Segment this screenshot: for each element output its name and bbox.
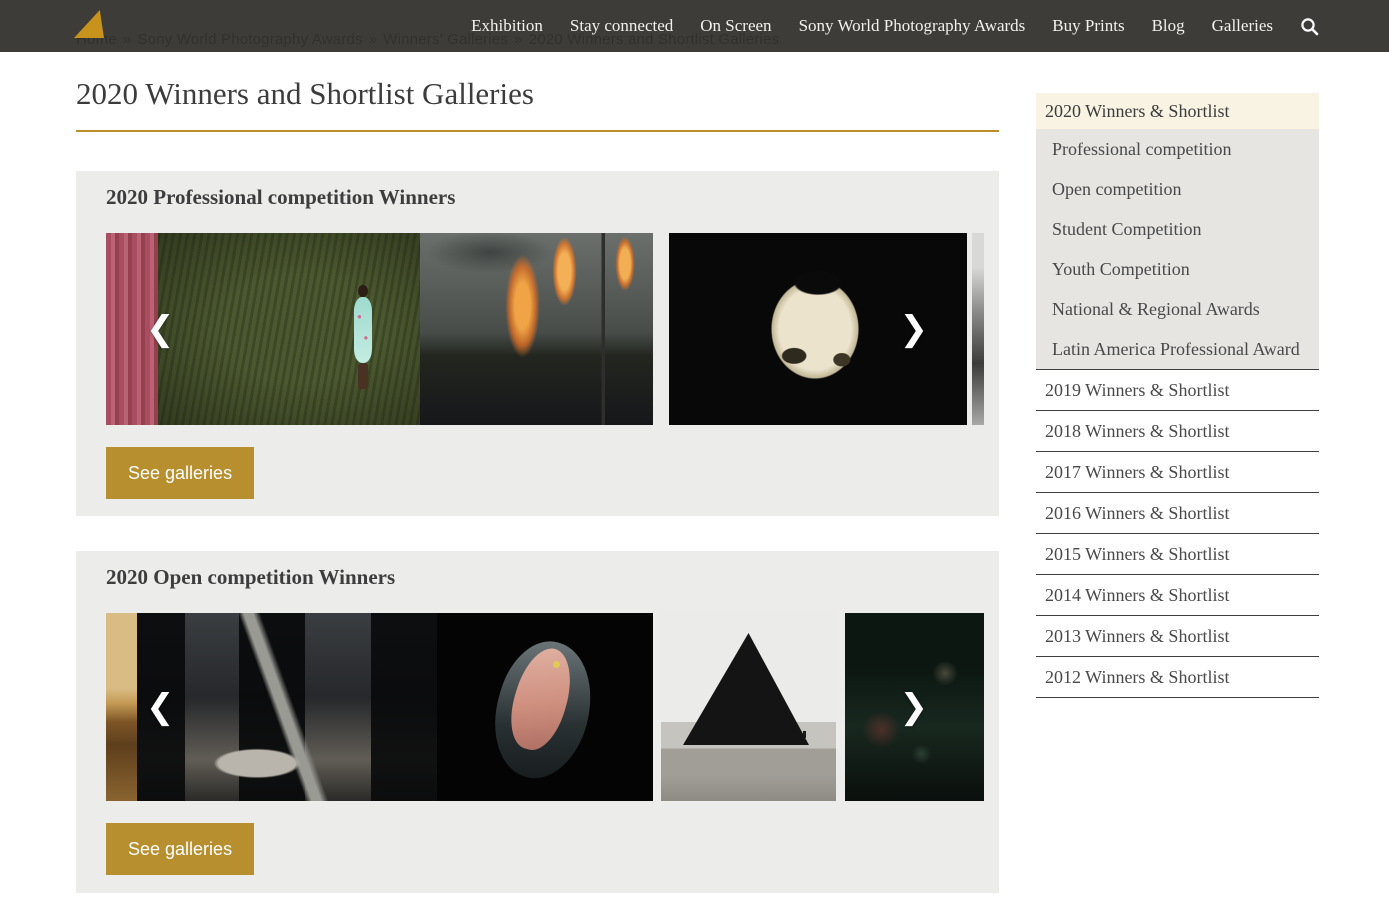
carousel-next-icon[interactable]: ❯	[900, 690, 929, 724]
sidebar-item-2017[interactable]: 2017 Winners & Shortlist	[1036, 452, 1319, 493]
sidebar-item-2016[interactable]: 2016 Winners & Shortlist	[1036, 493, 1319, 534]
open-competition-card: 2020 Open competition Winners ❮ ❯ See ga…	[76, 551, 999, 893]
nav-item-blog[interactable]: Blog	[1152, 16, 1185, 36]
open-carousel: ❮ ❯	[106, 613, 984, 801]
main-nav: Exhibition Stay connected On Screen Sony…	[471, 0, 1319, 52]
sidebar-item-youth-competition[interactable]: Youth Competition	[1036, 249, 1319, 289]
see-galleries-button-open[interactable]: See galleries	[106, 823, 254, 875]
search-icon[interactable]	[1300, 17, 1319, 36]
photo-grass-field	[158, 233, 420, 425]
nav-item-galleries[interactable]: Galleries	[1212, 16, 1273, 36]
professional-carousel: ❮ ❯	[106, 233, 984, 425]
carousel-prev-icon[interactable]: ❮	[146, 312, 175, 346]
title-divider	[76, 130, 999, 132]
nav-item-buy-prints[interactable]: Buy Prints	[1052, 16, 1124, 36]
carousel-gap	[653, 233, 669, 425]
photo-gas-flares[interactable]	[420, 233, 653, 425]
professional-competition-card: 2020 Professional competition Winners ❮ …	[76, 171, 999, 516]
photo-black-pyramid[interactable]	[661, 613, 836, 801]
sidebar-item-professional-competition[interactable]: Professional competition	[1036, 129, 1319, 169]
nav-item-stay-connected[interactable]: Stay connected	[570, 16, 673, 36]
sidebar-item-2019[interactable]: 2019 Winners & Shortlist	[1036, 370, 1319, 411]
photo-riot-police-arrest[interactable]	[137, 613, 437, 801]
photo-figure-dress	[354, 297, 372, 363]
carousel-prev-icon[interactable]: ❮	[146, 690, 175, 724]
wpo-logo[interactable]	[74, 10, 104, 38]
photo-next-partial[interactable]	[972, 233, 984, 425]
nav-item-sony-world-photography-awards[interactable]: Sony World Photography Awards	[799, 16, 1026, 36]
sidebar-item-latin-america-professional-award[interactable]: Latin America Professional Award	[1036, 329, 1319, 369]
sidebar-2020-sublist: Professional competition Open competitio…	[1036, 129, 1319, 370]
sidebar-item-2013[interactable]: 2013 Winners & Shortlist	[1036, 616, 1319, 657]
photo-fish-eye	[553, 661, 560, 668]
year-sidebar: 2020 Winners & Shortlist Professional co…	[1036, 93, 1319, 698]
sidebar-item-2018[interactable]: 2018 Winners & Shortlist	[1036, 411, 1319, 452]
photo-prev-partial-desert[interactable]	[106, 613, 137, 801]
professional-section-title: 2020 Professional competition Winners	[106, 185, 455, 210]
sidebar-item-2014[interactable]: 2014 Winners & Shortlist	[1036, 575, 1319, 616]
carousel-next-icon[interactable]: ❯	[900, 312, 929, 346]
top-navbar: Exhibition Stay connected On Screen Sony…	[0, 0, 1389, 52]
sidebar-item-2012[interactable]: 2012 Winners & Shortlist	[1036, 657, 1319, 698]
sidebar-item-open-competition[interactable]: Open competition	[1036, 169, 1319, 209]
photo-fish-in-plastic[interactable]	[437, 613, 653, 801]
nav-item-on-screen[interactable]: On Screen	[700, 16, 771, 36]
sidebar-item-national-regional-awards[interactable]: National & Regional Awards	[1036, 289, 1319, 329]
photo-pyramid-shape	[683, 633, 809, 745]
page-title: 2020 Winners and Shortlist Galleries	[76, 76, 999, 112]
photo-figure-legs	[358, 363, 368, 389]
see-galleries-button-professional[interactable]: See galleries	[106, 447, 254, 499]
sidebar-item-2020-active[interactable]: 2020 Winners & Shortlist	[1036, 93, 1319, 129]
photo-tiny-person	[803, 731, 806, 738]
sidebar-item-student-competition[interactable]: Student Competition	[1036, 209, 1319, 249]
photo-figure-head	[358, 285, 368, 297]
sidebar-item-2015[interactable]: 2015 Winners & Shortlist	[1036, 534, 1319, 575]
page: Home»Sony World Photography Awards»Winne…	[0, 0, 1389, 920]
nav-item-exhibition[interactable]: Exhibition	[471, 16, 543, 36]
open-section-title: 2020 Open competition Winners	[106, 565, 395, 590]
